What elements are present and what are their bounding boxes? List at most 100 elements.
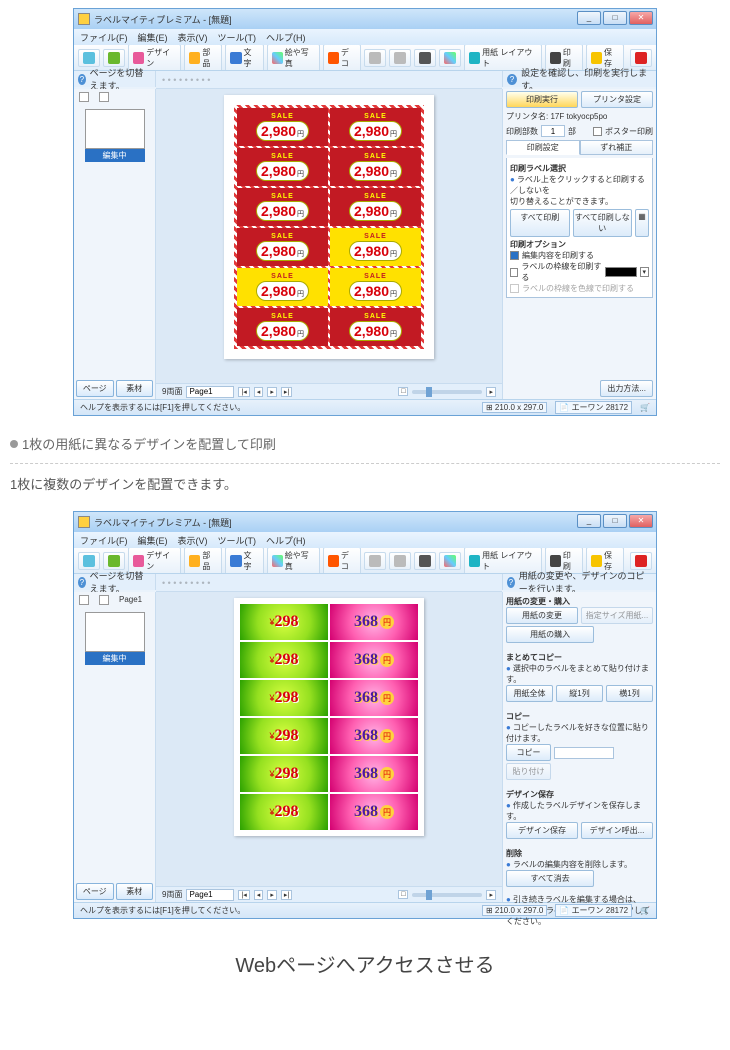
close-button[interactable]: ✕: [629, 514, 653, 528]
nav-first[interactable]: |◂: [238, 890, 249, 900]
copy-button[interactable]: コピー: [506, 744, 551, 761]
print-preview-icon[interactable]: ▦: [635, 209, 649, 237]
price-label[interactable]: 368円: [330, 794, 418, 830]
sale-label[interactable]: SALE2,980円: [330, 308, 421, 346]
tool-barcode[interactable]: [414, 552, 436, 570]
page-next-icon[interactable]: [99, 595, 109, 605]
zoom-in[interactable]: ▸: [486, 387, 496, 397]
sale-label[interactable]: SALE2,980円: [330, 188, 421, 226]
tool-open[interactable]: [78, 552, 100, 570]
paper-change-button[interactable]: 用紙の変更: [506, 607, 578, 624]
price-label[interactable]: 368円: [330, 718, 418, 754]
printer-setup-button[interactable]: プリンタ設定: [581, 91, 653, 108]
sale-label[interactable]: SALE2,980円: [237, 148, 328, 186]
opt-c-check[interactable]: [510, 284, 519, 293]
menu-edit[interactable]: 編集(E): [138, 534, 168, 547]
tool-brush[interactable]: [103, 552, 125, 570]
tool-text[interactable]: 文字: [225, 45, 263, 71]
tool-pop[interactable]: [630, 49, 652, 67]
copy-target-input[interactable]: [554, 747, 614, 759]
design-load-button[interactable]: デザイン呼出...: [581, 822, 653, 839]
paper-size-button[interactable]: 指定サイズ用紙...: [581, 607, 653, 624]
nav-next[interactable]: ▸: [267, 387, 277, 397]
tool-grid[interactable]: [364, 552, 386, 570]
clear-all-button[interactable]: すべて消去: [506, 870, 594, 887]
zoom-fit[interactable]: □: [398, 387, 408, 396]
price-label[interactable]: 368円: [330, 604, 418, 640]
tool-barcode[interactable]: [414, 49, 436, 67]
tool-parts[interactable]: 部品: [184, 548, 222, 574]
left-tab-material[interactable]: 素材: [116, 380, 154, 397]
cart-icon[interactable]: 🛒: [640, 403, 650, 412]
price-label[interactable]: ¥298: [240, 718, 328, 754]
bulk-col-button[interactable]: 縦1列: [556, 685, 603, 702]
sale-label[interactable]: SALE2,980円: [237, 108, 328, 146]
tool-photo[interactable]: 絵や写真: [267, 45, 320, 71]
menu-file[interactable]: ファイル(F): [80, 534, 128, 547]
menu-view[interactable]: 表示(V): [178, 534, 208, 547]
price-label[interactable]: ¥298: [240, 642, 328, 678]
left-tab-page[interactable]: ページ: [76, 883, 114, 900]
tool-grid2[interactable]: [389, 552, 411, 570]
sale-label[interactable]: SALE2,980円: [237, 308, 328, 346]
menu-tool[interactable]: ツール(T): [218, 31, 257, 44]
price-label[interactable]: ¥298: [240, 680, 328, 716]
poster-check[interactable]: [593, 127, 602, 136]
tool-open[interactable]: [78, 49, 100, 67]
page-tab[interactable]: Page1: [119, 595, 142, 605]
menu-help[interactable]: ヘルプ(H): [266, 31, 306, 44]
page-prev-icon[interactable]: [79, 92, 89, 102]
sale-label[interactable]: SALE2,980円: [237, 268, 328, 306]
nav-prev[interactable]: ◂: [254, 387, 264, 397]
print-none-button[interactable]: すべて印刷しない: [573, 209, 633, 237]
zoom-in[interactable]: ▸: [486, 890, 496, 900]
page-thumbnail[interactable]: [85, 109, 145, 149]
page-name-input[interactable]: [186, 889, 234, 901]
page-next-icon[interactable]: [99, 92, 109, 102]
tool-deco[interactable]: デコ: [323, 45, 361, 71]
zoom-slider[interactable]: [412, 390, 482, 394]
copies-input[interactable]: [541, 125, 565, 137]
tool-brush[interactable]: [103, 49, 125, 67]
maximize-button[interactable]: □: [603, 11, 627, 25]
opt-b-check[interactable]: [510, 268, 518, 277]
tool-parts[interactable]: 部品: [184, 45, 222, 71]
tool-grid[interactable]: [364, 49, 386, 67]
sale-label[interactable]: SALE2,980円: [237, 188, 328, 226]
print-exec-button[interactable]: 印刷実行: [506, 91, 578, 108]
nav-prev[interactable]: ◂: [254, 890, 264, 900]
print-all-button[interactable]: すべて印刷: [510, 209, 570, 237]
menu-edit[interactable]: 編集(E): [138, 31, 168, 44]
menu-help[interactable]: ヘルプ(H): [266, 534, 306, 547]
cart-icon[interactable]: 🛒: [640, 906, 650, 915]
color-dropdown[interactable]: ▾: [640, 267, 649, 277]
tool-pop[interactable]: [630, 552, 652, 570]
minimize-button[interactable]: _: [577, 514, 601, 528]
price-label[interactable]: ¥298: [240, 756, 328, 792]
nav-next[interactable]: ▸: [267, 890, 277, 900]
zoom-fit[interactable]: □: [398, 890, 408, 899]
menu-view[interactable]: 表示(V): [178, 31, 208, 44]
tool-deco[interactable]: デコ: [323, 548, 361, 574]
design-save-button[interactable]: デザイン保存: [506, 822, 578, 839]
left-tab-material[interactable]: 素材: [116, 883, 154, 900]
price-label[interactable]: ¥298: [240, 604, 328, 640]
price-label[interactable]: 368円: [330, 756, 418, 792]
sale-label[interactable]: SALE2,980円: [330, 268, 421, 306]
tool-color[interactable]: [439, 552, 461, 570]
price-label[interactable]: 368円: [330, 680, 418, 716]
tool-color[interactable]: [439, 49, 461, 67]
price-label[interactable]: 368円: [330, 642, 418, 678]
nav-first[interactable]: |◂: [238, 387, 249, 397]
paste-button[interactable]: 貼り付け: [506, 763, 551, 780]
minimize-button[interactable]: _: [577, 11, 601, 25]
bulk-all-button[interactable]: 用紙全体: [506, 685, 553, 702]
tool-photo[interactable]: 絵や写真: [267, 548, 320, 574]
sale-label[interactable]: SALE2,980円: [237, 228, 328, 266]
sale-label[interactable]: SALE2,980円: [330, 108, 421, 146]
frame-color-swatch[interactable]: [605, 267, 636, 277]
page-name-input[interactable]: [186, 386, 234, 398]
output-method-button[interactable]: 出力方法...: [600, 380, 653, 397]
nav-last[interactable]: ▸|: [281, 890, 292, 900]
maximize-button[interactable]: □: [603, 514, 627, 528]
